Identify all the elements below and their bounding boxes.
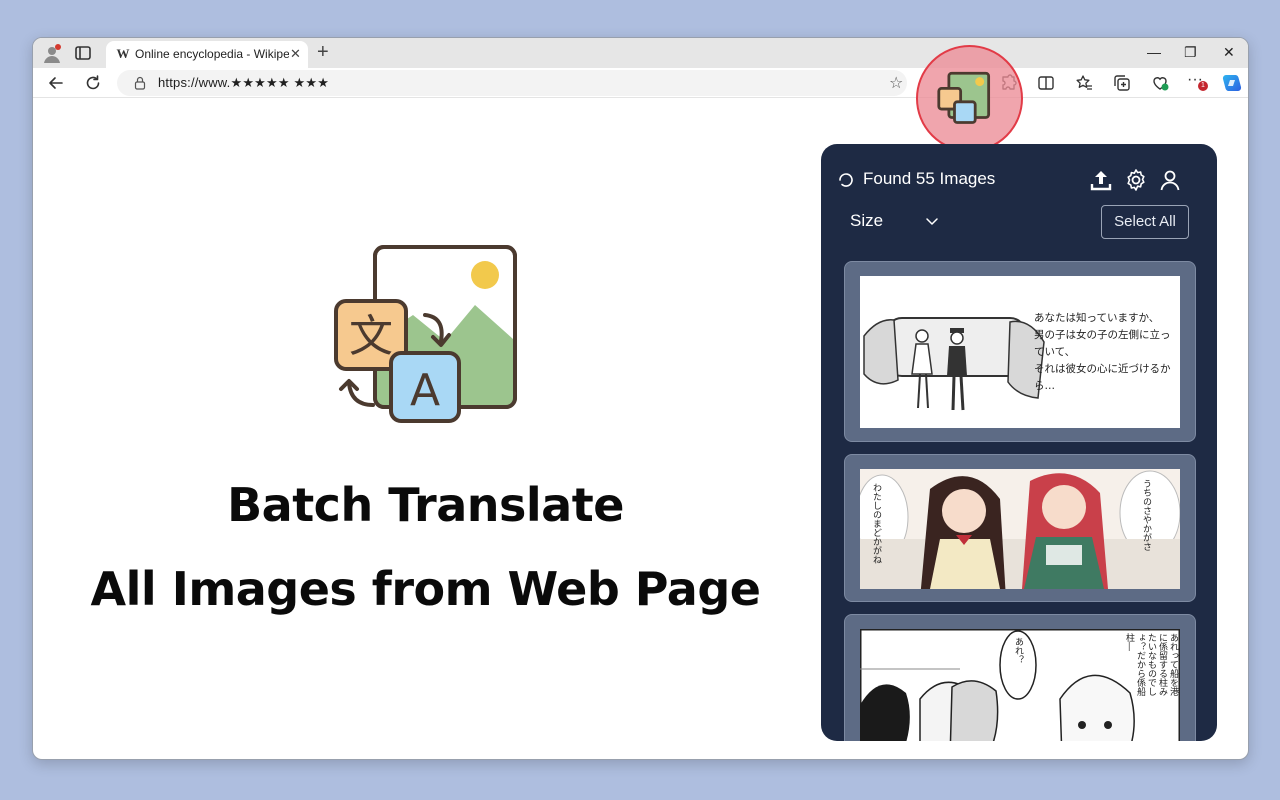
back-icon[interactable]	[46, 73, 66, 93]
browser-essentials-icon[interactable]	[1150, 73, 1170, 93]
upload-icon[interactable]	[1089, 168, 1113, 192]
image-card[interactable]: あなたは知っていますか、 男の子は女の子の左側に立っ ていて、 それは彼女の心に…	[844, 261, 1196, 442]
extension-highlight-button[interactable]	[916, 45, 1023, 152]
minimize-button[interactable]: —	[1147, 44, 1161, 60]
image-card[interactable]: わたしのまどかがね うちのさやかがさ	[844, 454, 1196, 602]
notification-badge: 1	[1198, 81, 1208, 91]
chevron-down-icon[interactable]	[925, 214, 939, 228]
address-bar[interactable]: https://www.★★★★★ ★★★ ☆	[117, 70, 907, 96]
sort-select[interactable]: Size	[850, 211, 883, 231]
anime-girls-illustration	[860, 470, 1180, 589]
manga-image-2[interactable]: わたしのまどかがね うちのさやかがさ	[860, 469, 1180, 589]
browser-window: W Online encyclopedia - Wikipedia ✕ + — …	[32, 37, 1249, 760]
select-all-button[interactable]: Select All	[1101, 205, 1189, 239]
found-images-count: Found 55 Images	[863, 169, 996, 188]
more-icon[interactable]: ··· 1	[1187, 72, 1208, 93]
tab-strip: W Online encyclopedia - Wikipedia ✕ + — …	[33, 38, 1248, 68]
split-screen-icon[interactable]	[1036, 73, 1056, 93]
lock-icon[interactable]	[134, 76, 146, 90]
active-tab[interactable]: W Online encyclopedia - Wikipedia ✕	[106, 41, 308, 68]
manga-image-3[interactable]: あれ？ あれって船を港に係留する柱みたいなものでしょ？だから係船柱―	[860, 629, 1180, 741]
restore-button[interactable]: ❐	[1184, 44, 1197, 60]
tab-actions-icon[interactable]	[73, 44, 93, 62]
hero-title-line-1: Batch Translate	[227, 478, 624, 532]
batch-translate-logo-icon: 文 A	[334, 245, 517, 423]
tab-title: Online encyclopedia - Wikipedia	[135, 47, 289, 61]
batch-translate-extension-icon[interactable]	[936, 71, 992, 127]
manga-image-1[interactable]: あなたは知っていますか、 男の子は女の子の左側に立っ ていて、 それは彼女の心に…	[860, 276, 1180, 428]
collections-icon[interactable]	[1112, 73, 1132, 93]
wikipedia-favicon-icon: W	[116, 46, 130, 61]
gear-icon[interactable]	[1124, 168, 1148, 192]
speech-bubble-left: わたしのまどかがね	[871, 483, 881, 564]
new-tab-button[interactable]: +	[317, 42, 329, 62]
url-text[interactable]: https://www.★★★★★ ★★★	[158, 75, 329, 91]
browser-toolbar: https://www.★★★★★ ★★★ ☆ ··· 1	[33, 68, 1248, 98]
extension-panel: Found 55 Images Size Select All あなたは知ってい…	[821, 144, 1217, 741]
reload-icon[interactable]	[83, 73, 103, 93]
tab-close-icon[interactable]: ✕	[290, 46, 301, 62]
copilot-icon[interactable]	[1222, 73, 1242, 93]
favorites-icon[interactable]	[1074, 73, 1094, 93]
speech-bubble-right: うちのさやかがさ	[1141, 479, 1151, 551]
user-icon[interactable]	[1158, 168, 1182, 192]
image-card[interactable]: あれ？ あれって船を港に係留する柱みたいなものでしょ？だから係船柱―	[844, 614, 1196, 741]
speech-bubble-mooring: あれって船を港に係留する柱みたいなものでしょ？だから係船柱―	[1124, 633, 1178, 696]
close-window-button[interactable]: ✕	[1223, 44, 1235, 60]
speech-bubble-are: あれ？	[1013, 637, 1023, 664]
source-glyph: 文	[349, 311, 393, 362]
hero-title-line-2: All Images from Web Page	[90, 562, 761, 616]
refresh-icon[interactable]	[837, 171, 855, 189]
profile-icon[interactable]	[41, 43, 63, 65]
star-icon[interactable]: ☆	[889, 73, 903, 93]
target-glyph: A	[410, 365, 440, 416]
manga-caption-text: あなたは知っていますか、 男の子は女の子の左側に立っ ていて、 それは彼女の心に…	[1034, 312, 1171, 392]
